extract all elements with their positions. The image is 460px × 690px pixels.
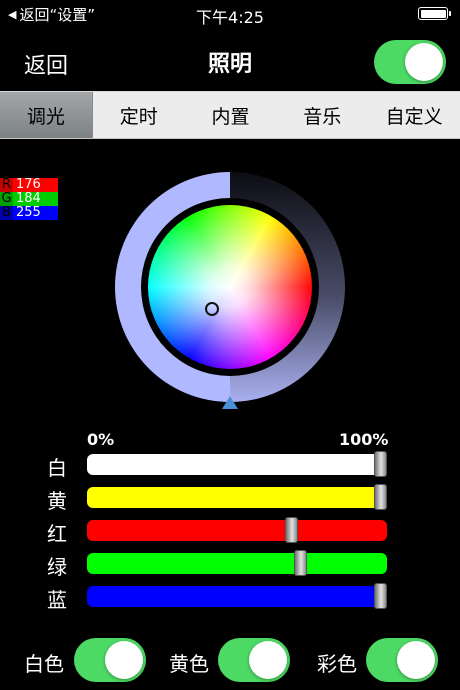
scale-max-label: 100%: [339, 430, 389, 449]
color-mode-label: 彩色: [317, 652, 357, 676]
rgb-readout-b: B 255: [0, 206, 58, 220]
slider-label-red: 红: [47, 522, 67, 546]
yellow-mode-toggle[interactable]: [218, 638, 290, 682]
tab-builtin[interactable]: 内置: [185, 92, 277, 138]
green-slider-thumb[interactable]: [293, 550, 307, 576]
tab-dimming[interactable]: 调光: [0, 92, 93, 138]
rgb-readout-r: R 176: [0, 178, 58, 192]
slider-label-white: 白: [47, 456, 67, 480]
red-slider-thumb[interactable]: [285, 517, 299, 543]
color-picker-handle[interactable]: [205, 302, 219, 316]
white-mode-label: 白色: [24, 652, 64, 676]
slider-label-yellow: 黄: [47, 489, 67, 513]
battery-icon: [418, 7, 451, 20]
yellow-mode-label: 黄色: [169, 652, 209, 676]
blue-slider-track[interactable]: [87, 586, 387, 607]
yellow-slider-thumb[interactable]: [374, 484, 387, 510]
red-slider-track[interactable]: [87, 520, 387, 541]
mode-tab-bar: 调光 定时 内置 音乐 自定义: [0, 91, 460, 139]
blue-slider-thumb[interactable]: [374, 583, 387, 609]
g-value: 184: [13, 192, 58, 206]
color-mode-toggle[interactable]: [366, 638, 438, 682]
slider-label-green: 绿: [47, 555, 67, 579]
green-slider-track[interactable]: [87, 553, 387, 574]
white-slider-track[interactable]: [87, 454, 387, 475]
r-value: 176: [13, 178, 58, 192]
status-time: 下午4:25: [196, 8, 264, 27]
white-slider-thumb[interactable]: [374, 451, 387, 477]
r-key: R: [0, 177, 13, 192]
slider-label-blue: 蓝: [47, 588, 67, 612]
power-toggle[interactable]: [374, 40, 446, 84]
brightness-indicator-icon[interactable]: [222, 396, 238, 409]
toggle-knob: [405, 43, 443, 81]
b-key: B: [0, 206, 13, 220]
tab-custom[interactable]: 自定义: [368, 92, 460, 138]
toggle-knob: [397, 641, 435, 679]
rgb-readout-g: G 184: [0, 192, 58, 206]
white-mode-toggle[interactable]: [74, 638, 146, 682]
toggle-knob: [249, 641, 287, 679]
tab-music[interactable]: 音乐: [276, 92, 368, 138]
b-value: 255: [13, 206, 58, 220]
toggle-knob: [105, 641, 143, 679]
yellow-slider-track[interactable]: [87, 487, 387, 508]
scale-min-label: 0%: [87, 430, 115, 449]
g-key: G: [0, 191, 13, 206]
color-wheel[interactable]: [148, 205, 312, 369]
tab-timer[interactable]: 定时: [93, 92, 185, 138]
